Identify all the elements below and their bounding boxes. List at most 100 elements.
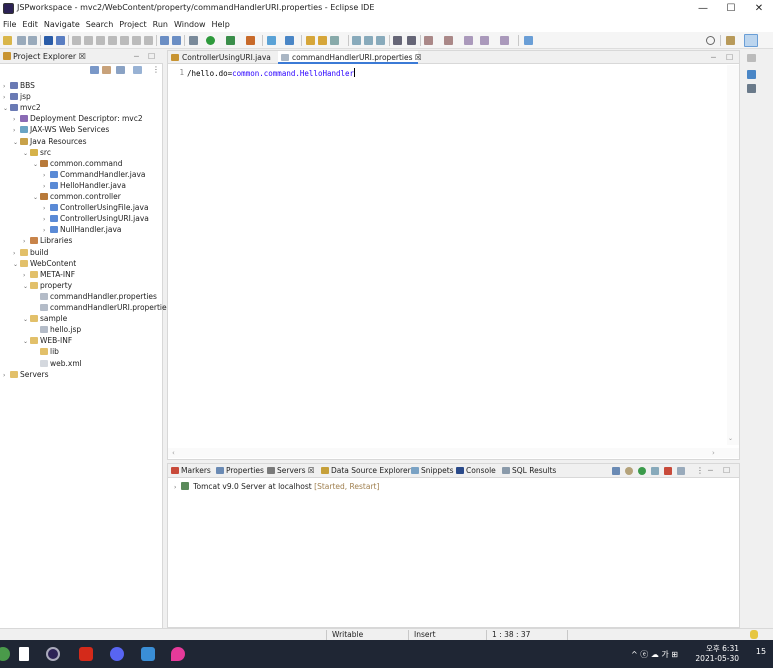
tree-item-libraries[interactable]: › Libraries (23, 235, 72, 246)
tree-item-deployment-descriptor-mvc2[interactable]: › Deployment Descriptor: mvc2 (13, 113, 143, 124)
resume-icon[interactable] (72, 36, 81, 45)
mylyn-icon[interactable] (407, 36, 416, 45)
tree-item-mvc2[interactable]: ⌄ mvc2 (3, 102, 41, 113)
coverage-icon[interactable] (246, 36, 255, 45)
tab-servers[interactable]: Servers ☒ (267, 466, 315, 475)
tree-item-commandhandler-java[interactable]: › CommandHandler.java (43, 169, 146, 180)
tree-item-jsp[interactable]: › jsp (3, 91, 31, 102)
toggle-word-wrap-icon[interactable] (160, 36, 169, 45)
run-icon[interactable] (206, 36, 215, 45)
tree-item-hellohandler-java[interactable]: › HelloHandler.java (43, 180, 126, 191)
collapse-all-icon[interactable] (90, 66, 99, 74)
menu-file[interactable]: File (0, 18, 19, 29)
tree-item-src[interactable]: ⌄ src (23, 147, 51, 158)
step-into-icon[interactable] (120, 36, 129, 45)
tree-item-bbs[interactable]: › BBS (3, 80, 35, 91)
run-external-icon[interactable] (226, 36, 235, 45)
debug-server-icon[interactable] (625, 467, 633, 475)
photos-icon[interactable] (141, 647, 155, 661)
profile-server-icon[interactable] (651, 467, 659, 475)
tree-item-hello-jsp[interactable]: hello.jsp (33, 324, 81, 335)
view-menu-icon[interactable]: ⋮ (696, 466, 704, 475)
start-server-icon[interactable] (638, 467, 646, 475)
tree-item-web-xml[interactable]: web.xml (33, 358, 82, 369)
clock[interactable]: 오후 6:31 2021-05-30 (695, 644, 739, 664)
eclipse-taskbar-icon[interactable] (46, 647, 60, 661)
publish-icon[interactable] (677, 467, 685, 475)
show-whitespace-icon[interactable] (364, 36, 373, 45)
tab-snippets[interactable]: Snippets (411, 466, 454, 475)
maximize-view-icon[interactable]: ☐ (148, 52, 155, 61)
system-tray[interactable]: ^ ⓔ ☁ 가 ⊞ (631, 649, 678, 660)
block-selection-icon[interactable] (172, 36, 181, 45)
view-menu-icon[interactable]: ⋮ (152, 65, 160, 74)
forward-icon[interactable] (500, 36, 509, 45)
open-task-icon[interactable] (318, 36, 327, 45)
scroll-right-icon[interactable]: › (712, 449, 715, 457)
maximize-panel-icon[interactable]: ☐ (723, 466, 730, 475)
menu-search[interactable]: Search (83, 18, 116, 29)
new-java-class-icon[interactable] (285, 36, 294, 45)
tab-sql-results[interactable]: SQL Results (502, 466, 556, 475)
start-icon[interactable] (0, 647, 10, 661)
tree-item-common-command[interactable]: ⌄ common.command (33, 158, 122, 169)
minimize-view-icon[interactable]: ─ (134, 52, 139, 61)
collapsed-arrow-icon[interactable]: › (3, 370, 10, 381)
horizontal-scrollbar[interactable]: ‹ › (168, 448, 739, 458)
code-editor[interactable]: 1 /hello.do=common.command.HelloHandler (168, 65, 739, 445)
tree-item-servers[interactable]: › Servers (3, 369, 49, 380)
menu-help[interactable]: Help (209, 18, 233, 29)
search-icon[interactable] (706, 36, 715, 45)
tab-command-handler-uri[interactable]: commandHandlerURI.properties ☒ (278, 51, 422, 64)
outline-icon[interactable] (747, 70, 756, 79)
new-server-icon[interactable] (267, 36, 276, 45)
tree-item-commandhandler-properties[interactable]: commandHandler.properties (33, 291, 157, 302)
prev-annotation-icon[interactable] (444, 36, 453, 45)
open-perspective-icon[interactable] (726, 36, 735, 45)
server-row[interactable]: › Tomcat v9.0 Server at localhost [Start… (174, 482, 379, 491)
minimize-button[interactable]: — (689, 0, 717, 18)
tab-markers[interactable]: Markers (171, 466, 211, 475)
filter-icon[interactable] (116, 66, 125, 74)
save-all-icon[interactable] (28, 36, 37, 45)
discord-icon[interactable] (110, 647, 124, 661)
maximize-editor-icon[interactable]: ☐ (726, 53, 733, 62)
java-ee-perspective-icon[interactable] (744, 34, 758, 47)
menu-navigate[interactable]: Navigate (41, 18, 83, 29)
tree-item-nullhandler-java[interactable]: › NullHandler.java (43, 224, 121, 235)
pilcrow-icon[interactable] (376, 36, 385, 45)
expanded-arrow-icon[interactable]: ⌄ (23, 314, 30, 325)
code-line[interactable]: /hello.do=common.command.HelloHandler (187, 68, 356, 78)
notification-center[interactable]: 15 (752, 647, 770, 661)
web-browser-icon[interactable] (393, 36, 402, 45)
step-return-icon[interactable] (144, 36, 153, 45)
tree-item-lib[interactable]: lib (33, 346, 59, 357)
disconnect-icon[interactable] (108, 36, 117, 45)
tree-item-property[interactable]: ⌄ property (23, 280, 72, 291)
tab-console[interactable]: Console (456, 466, 496, 475)
tree-item-common-controller[interactable]: ⌄ common.controller (33, 191, 121, 202)
expanded-arrow-icon[interactable]: ⌄ (3, 103, 10, 114)
collapse-icon[interactable] (612, 467, 620, 475)
restore-icon[interactable] (747, 54, 756, 62)
tree-item-build[interactable]: › build (13, 247, 48, 258)
tab-properties[interactable]: Properties (216, 466, 264, 475)
suspend-icon[interactable] (84, 36, 93, 45)
close-button[interactable]: ✕ (745, 0, 773, 18)
tree-item-java-resources[interactable]: ⌄ Java Resources (13, 136, 87, 147)
minimize-panel-icon[interactable]: ─ (708, 466, 713, 475)
scroll-left-icon[interactable]: ‹ (172, 449, 175, 457)
scroll-down-icon[interactable]: ⌄ (728, 435, 733, 442)
minimize-editor-icon[interactable]: ─ (711, 53, 716, 62)
save-icon[interactable] (17, 36, 26, 45)
stop-server-icon[interactable] (664, 467, 672, 475)
terminal-icon[interactable] (44, 36, 53, 45)
tree-item-controllerusingfile-java[interactable]: › ControllerUsingFile.java (43, 202, 149, 213)
next-annotation-icon[interactable] (424, 36, 433, 45)
file-explorer-icon[interactable] (19, 647, 29, 661)
tab-data-source-explorer[interactable]: Data Source Explorer (321, 466, 411, 475)
ink-app-icon[interactable] (171, 647, 185, 661)
tree-item-web-inf[interactable]: ⌄ WEB-INF (23, 335, 72, 346)
search-tool-icon[interactable] (330, 36, 339, 45)
tree-item-jax-ws-web-services[interactable]: › JAX-WS Web Services (13, 124, 109, 135)
